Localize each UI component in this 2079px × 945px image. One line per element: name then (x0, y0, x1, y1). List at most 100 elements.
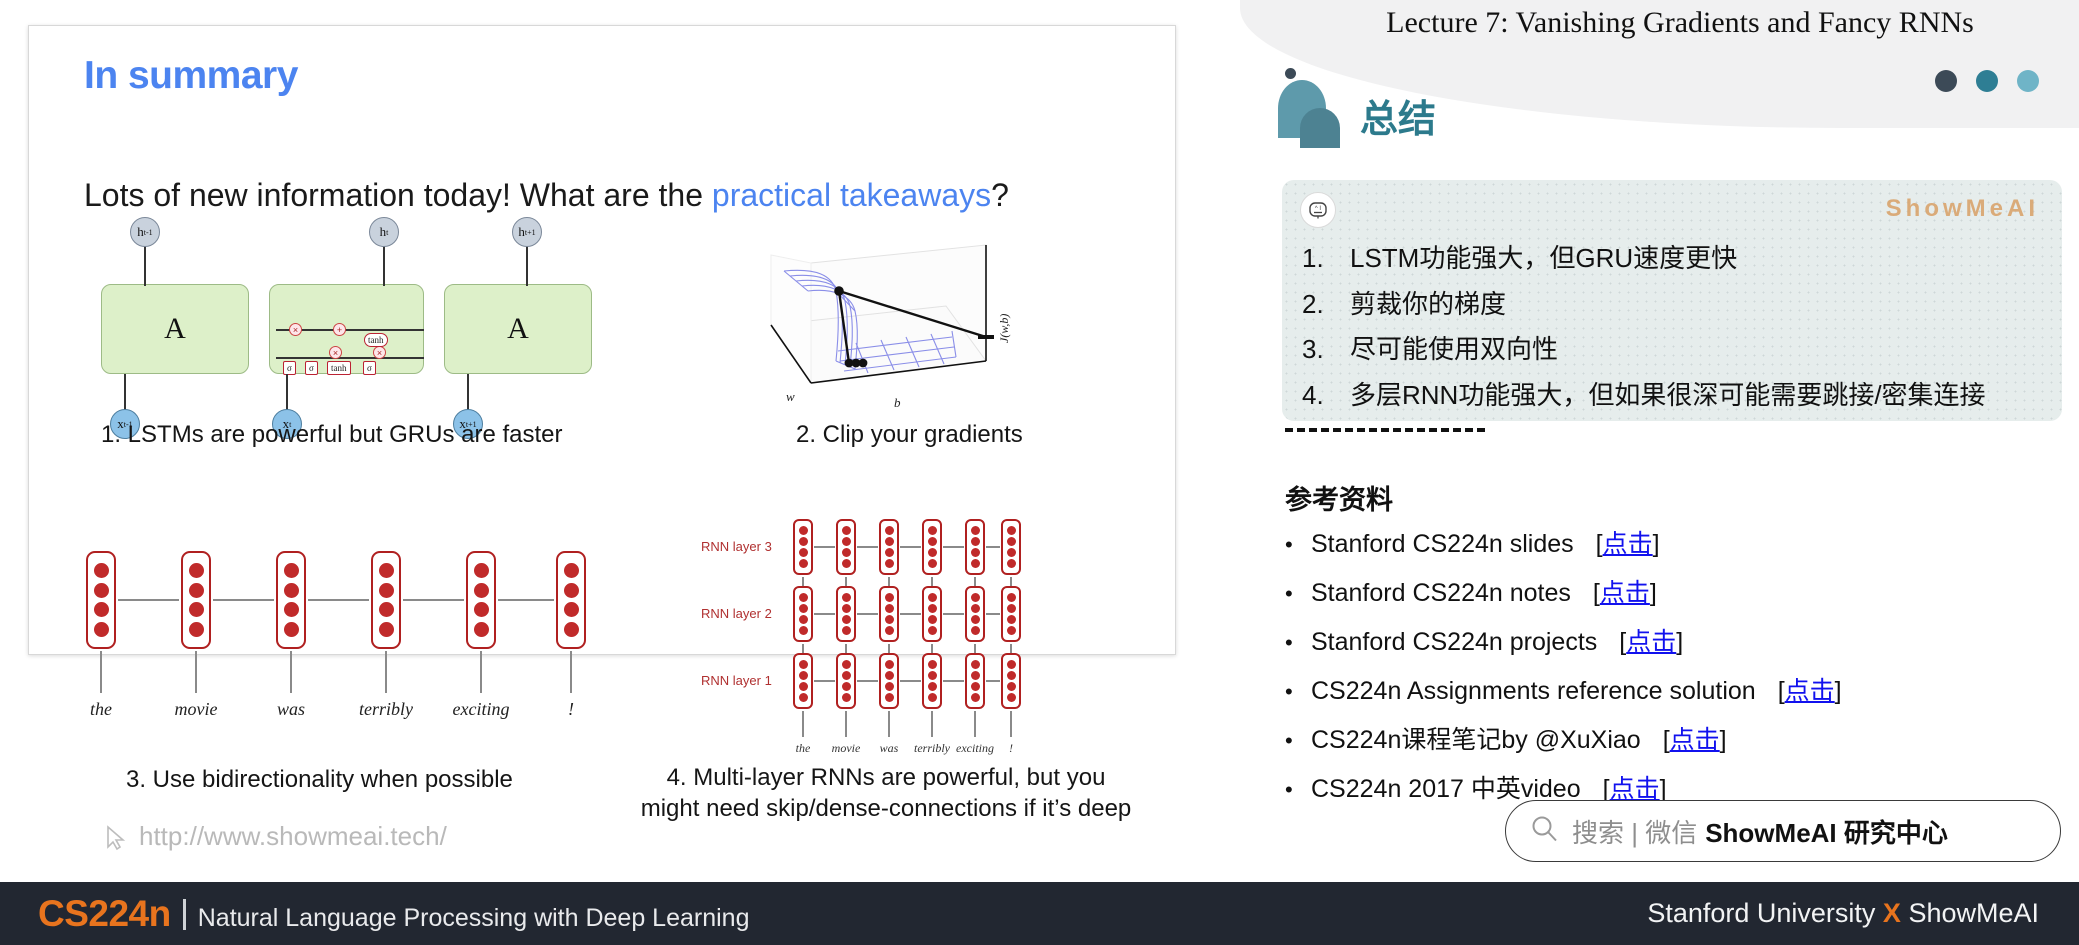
mlrnn-vertical-link (1010, 644, 1012, 653)
mlrnn-unit (927, 559, 937, 568)
reference-link[interactable]: [点击] (1619, 622, 1683, 658)
lstm-gate-input: σ (305, 361, 318, 375)
loss-surface-svg: w b J(w,b) (770, 244, 1011, 410)
mlrnn-unit (927, 682, 937, 691)
birnn-recurrent-link (308, 599, 369, 601)
mlrnn-unit (841, 671, 851, 680)
birnn-word-label: ! (568, 699, 574, 719)
mlrnn-unit (884, 604, 894, 613)
lstm-tanh-node: tanh (364, 333, 388, 347)
birnn-unit (93, 621, 109, 637)
caption-lstm: 1. LSTMs are powerful but GRUs are faste… (101, 421, 563, 448)
mlrnn-unit (798, 548, 808, 557)
mlrnn-input-arrow (974, 711, 976, 737)
cursor-icon (107, 824, 126, 850)
mlrnn-unit (884, 548, 894, 557)
birnn-recurrent-link (118, 599, 179, 601)
mlrnn-horizontal-link (814, 680, 835, 682)
mlrnn-unit (970, 593, 980, 602)
mlrnn-cell (1001, 653, 1021, 709)
birnn-unit (93, 563, 109, 579)
search-brand: ShowMeAI 研究中心 (1705, 817, 1948, 848)
birnn-unit (563, 563, 579, 579)
key-point-text: 多层RNN功能强大，但如果很深可能需要跳接/密集连接 (1350, 380, 1986, 411)
mlrnn-unit (841, 660, 851, 669)
mlrnn-horizontal-link (943, 613, 964, 615)
mlrnn-unit (970, 548, 980, 557)
key-point-number: 3. (1302, 334, 1324, 365)
mlrnn-unit (841, 537, 851, 546)
mlrnn-unit (798, 660, 808, 669)
birnn-unit (188, 563, 204, 579)
reference-link[interactable]: [点击] (1596, 524, 1660, 560)
mlrnn-cell (793, 519, 813, 575)
birnn-input-arrow (480, 651, 482, 693)
mlrnn-unit (798, 682, 808, 691)
mlrnn-unit (884, 693, 894, 702)
lstm-arrow-x2 (467, 374, 469, 412)
mlrnn-layer-label: RNN layer 3 (701, 539, 772, 554)
mlrnn-vertical-link (974, 577, 976, 586)
reference-bullet: • (1285, 679, 1293, 704)
panel-watermark: ShowMeAI (1885, 195, 2039, 222)
lstm-op-add: + (333, 323, 346, 336)
footer-right-x: X (1882, 898, 1901, 928)
birnn-unit (188, 602, 204, 618)
mlrnn-unit (970, 526, 980, 535)
robot-glyph: ^ I (1309, 202, 1327, 219)
mlrnn-input-arrow (802, 711, 804, 737)
mlrnn-unit (798, 615, 808, 624)
mlrnn-vertical-link (931, 577, 933, 586)
birnn-cell (466, 551, 496, 649)
reference-link[interactable]: [点击] (1663, 720, 1727, 756)
mlrnn-unit (884, 593, 894, 602)
header-dot-1 (1935, 70, 1957, 92)
lead-part2: ? (991, 177, 1009, 213)
key-point-number: 1. (1302, 243, 1324, 273)
mlrnn-horizontal-link (814, 546, 835, 548)
mlrnn-unit (1006, 593, 1016, 602)
birnn-unit (188, 621, 204, 637)
mlrnn-unit (798, 526, 808, 535)
lead-part1: Lots of new information today! What are … (84, 177, 712, 213)
mlrnn-unit (1006, 671, 1016, 680)
reference-bullet: • (1285, 728, 1293, 753)
reference-label: Stanford CS224n projects (1311, 628, 1598, 656)
birnn-unit (283, 582, 299, 598)
mlrnn-unit (970, 626, 980, 635)
reference-item: • Stanford CS224n projects [点击] (1285, 622, 2075, 658)
mlrnn-unit (1006, 604, 1016, 613)
mlrnn-unit (927, 604, 937, 613)
mlrnn-input-arrow (1010, 711, 1012, 737)
lstm-node-h-t: ht (369, 217, 399, 247)
mlrnn-unit (1006, 682, 1016, 691)
mlrnn-vertical-link (888, 577, 890, 586)
birnn-cell (181, 551, 211, 649)
multilayer-rnn-diagram: RNN layer 3 RNN layer 2 RNN layer 1 the movi… (701, 501, 1171, 755)
mlrnn-unit (927, 537, 937, 546)
mlrnn-unit (841, 626, 851, 635)
caption-multilayer: 4. Multi-layer RNNs are powerful, but yo… (621, 763, 1151, 824)
birnn-unit (378, 621, 394, 637)
reference-link[interactable]: [点击] (1778, 671, 1842, 707)
key-point-item: 3. 尽可能使用双向性 (1302, 331, 2062, 369)
birnn-input-arrow (290, 651, 292, 693)
lstm-node-h-prev: h t-1 (130, 217, 160, 247)
mlrnn-unit (970, 693, 980, 702)
mlrnn-unit (841, 682, 851, 691)
mlrnn-cell (965, 653, 985, 709)
reference-link[interactable]: [点击] (1593, 573, 1657, 609)
references-title: 参考资料 (1285, 485, 1393, 515)
mlrnn-unit (927, 526, 937, 535)
mlrnn-unit (927, 693, 937, 702)
mlrnn-layer-label: RNN layer 1 (701, 673, 772, 688)
key-point-item: 1. LSTM功能强大，但GRU速度更快 (1302, 240, 2062, 278)
mlrnn-cell (922, 653, 942, 709)
footer-bar: CS224n Natural Language Processing with … (0, 882, 2079, 945)
reference-label: CS224n Assignments reference solution (1311, 677, 1756, 705)
key-point-number: 4. (1302, 380, 1324, 411)
mlrnn-unit (798, 537, 808, 546)
mlrnn-word-label: movie (831, 741, 861, 755)
search-box[interactable]: 搜索 | 微信 ShowMeAI 研究中心 (1505, 800, 2061, 862)
birnn-input-arrow (570, 651, 572, 693)
